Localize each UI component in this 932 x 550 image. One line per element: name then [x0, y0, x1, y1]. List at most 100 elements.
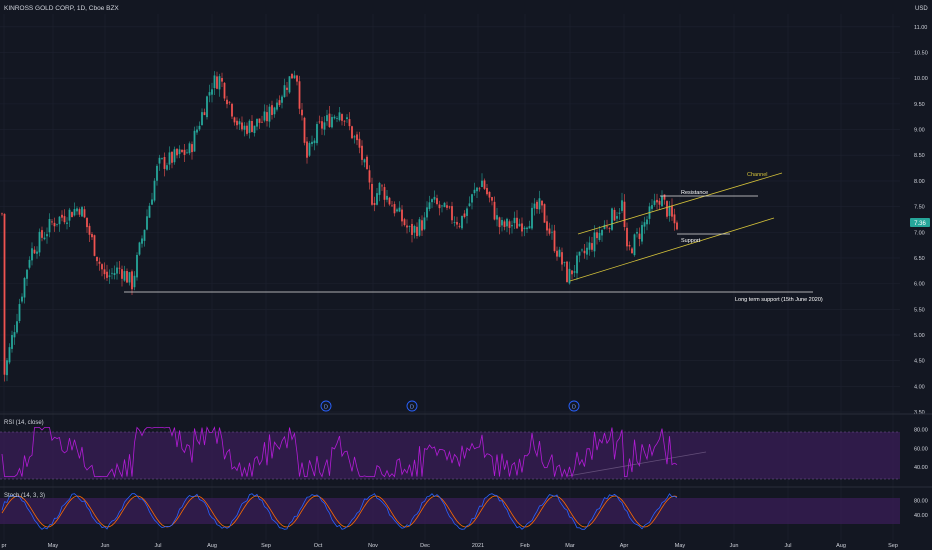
- candle-body: [558, 249, 561, 257]
- candle-body: [631, 248, 633, 254]
- time-tick-label: Aug: [836, 543, 846, 549]
- candle-body: [446, 205, 448, 208]
- candle-body: [353, 136, 356, 138]
- candle-body: [231, 103, 233, 117]
- candle-body: [571, 270, 573, 275]
- time-tick-label: Sep: [261, 543, 271, 549]
- candle-body: [383, 187, 386, 200]
- candle-body: [638, 233, 641, 240]
- candle-body: [271, 105, 273, 115]
- candle-body: [121, 269, 123, 279]
- candle-body: [396, 209, 398, 212]
- time-tick-label: Oct: [314, 543, 323, 549]
- candle-body: [491, 197, 493, 201]
- candle-body: [108, 275, 111, 277]
- candle-body: [458, 225, 461, 227]
- candle-body: [228, 101, 231, 103]
- candle-body: [348, 119, 351, 127]
- candle-body: [378, 182, 381, 195]
- candle-body: [616, 216, 618, 219]
- rsi-tick-label: 40.00: [914, 465, 928, 471]
- candle-body: [326, 115, 328, 122]
- candle-body: [456, 221, 458, 225]
- candle-body: [71, 212, 73, 218]
- candle-body: [481, 180, 483, 188]
- dividend-marker[interactable]: D: [406, 400, 418, 412]
- candle-body: [338, 112, 341, 121]
- candle-body: [28, 259, 31, 268]
- candle-body: [8, 347, 11, 363]
- candle-body: [161, 158, 163, 159]
- drawing-layer[interactable]: Long term support (15th June 2020) Chann…: [124, 172, 823, 477]
- stoch-axis: 80.00 40.00: [914, 498, 928, 519]
- candle-body: [126, 270, 128, 283]
- candle-body: [106, 271, 108, 278]
- candle-body: [408, 226, 411, 227]
- candle-body: [36, 251, 38, 254]
- stoch-tick-label: 40.00: [914, 513, 928, 519]
- dividend-marker[interactable]: D: [320, 400, 332, 412]
- candle-body: [176, 148, 178, 156]
- price-chart[interactable]: KINROSS GOLD CORP, 1D, Cboe BZX USD Long…: [0, 0, 932, 550]
- candle-body: [146, 216, 148, 230]
- rsi-pane[interactable]: RSI (14, close) 80.00 60.00 40.00: [0, 420, 928, 480]
- candle-body: [213, 75, 216, 89]
- candle-body: [211, 89, 213, 95]
- time-tick-label: Nov: [368, 543, 378, 549]
- price-tick-label: 9.00: [914, 128, 925, 134]
- time-axis[interactable]: pr May Jun Jul Aug Sep Oct Nov Dec 2021 Feb Mar Apr M…: [2, 543, 898, 549]
- candle-body: [261, 121, 263, 123]
- candle-body: [426, 207, 428, 218]
- stoch-pane[interactable]: Stoch (14, 3, 3) 80.00 40.00: [0, 493, 928, 530]
- candle-body: [48, 219, 51, 233]
- candle-body: [321, 121, 323, 129]
- candle-body: [561, 252, 563, 265]
- rsi-tick-label: 60.00: [914, 446, 928, 452]
- price-tick-label: 11.00: [914, 25, 927, 31]
- candle-body: [628, 244, 631, 247]
- candle-body: [406, 225, 408, 228]
- candle-body: [388, 197, 391, 205]
- candle-body: [223, 82, 226, 99]
- candle-body: [6, 360, 8, 376]
- candle-body: [646, 219, 648, 225]
- candle-body: [181, 149, 183, 152]
- candle-body: [593, 232, 596, 252]
- candle-body: [428, 202, 431, 209]
- candle-body: [103, 269, 106, 275]
- candle-body: [598, 232, 601, 240]
- candle-body: [286, 87, 288, 90]
- candle-body: [118, 267, 121, 269]
- time-tick-label: Jul: [784, 543, 791, 549]
- candle-body: [421, 220, 423, 231]
- candle-body: [466, 208, 468, 216]
- candle-body: [361, 145, 363, 160]
- candle-body: [443, 202, 446, 208]
- candle-body: [611, 208, 613, 230]
- support-label: Support: [681, 238, 701, 244]
- candle-body: [276, 102, 278, 110]
- candle-body: [101, 264, 103, 270]
- candle-body: [38, 231, 41, 253]
- candle-body: [291, 73, 293, 79]
- candle-body: [596, 232, 598, 239]
- candle-body: [483, 180, 486, 189]
- candle-body: [266, 112, 268, 122]
- candle-body: [341, 114, 343, 121]
- candle-body: [178, 149, 181, 155]
- candle-body: [163, 156, 166, 169]
- candle-body: [198, 125, 201, 130]
- dividend-marker[interactable]: D: [568, 400, 580, 412]
- candle-body: [288, 76, 291, 93]
- price-tick-label: 6.50: [914, 256, 925, 262]
- candle-body: [548, 228, 551, 234]
- candle-body: [538, 198, 541, 210]
- candle-body: [328, 113, 331, 128]
- candle-body: [586, 247, 588, 255]
- candle-body: [471, 194, 473, 203]
- candle-body: [306, 141, 308, 158]
- candle-body: [203, 112, 206, 116]
- candle-body: [386, 195, 388, 200]
- candle-body: [233, 117, 236, 123]
- candle-body: [73, 209, 76, 216]
